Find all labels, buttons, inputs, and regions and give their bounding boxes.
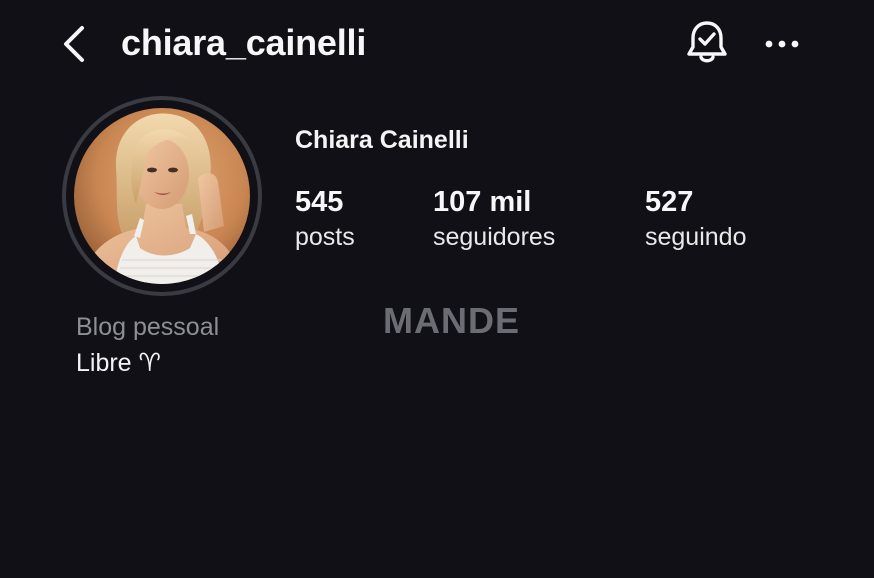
- back-button[interactable]: [54, 22, 94, 66]
- profile-display-name: Chiara Cainelli: [295, 126, 469, 154]
- following-count[interactable]: 527 seguindo: [645, 184, 746, 254]
- profile-category: Blog pessoal: [76, 313, 220, 341]
- following-count-label: seguindo: [645, 223, 747, 251]
- profile-username: chiara_cainelli: [121, 22, 367, 63]
- following-count-value: 527: [645, 186, 694, 218]
- watermark-text: MANDE: [383, 300, 520, 341]
- more-options-button[interactable]: [760, 26, 804, 62]
- posts-count[interactable]: 545 posts: [295, 184, 355, 254]
- chevron-left-icon: [64, 26, 84, 62]
- followers-count-value: 107 mil: [433, 186, 532, 218]
- bell-check-icon: [687, 21, 727, 63]
- followers-count-label: seguidores: [433, 223, 556, 251]
- profile-bio: Libre ♈︎: [76, 349, 161, 377]
- notifications-button[interactable]: [682, 18, 732, 68]
- followers-count[interactable]: 107 mil seguidores: [433, 184, 555, 254]
- posts-count-value: 545: [295, 186, 344, 218]
- more-horizontal-icon: [765, 40, 799, 48]
- avatar-photo: [74, 108, 250, 284]
- posts-count-label: posts: [295, 223, 355, 251]
- profile-avatar[interactable]: [62, 96, 262, 296]
- profile-screen: chiara_cainelli Chiara Cainelli 545 post…: [0, 0, 874, 578]
